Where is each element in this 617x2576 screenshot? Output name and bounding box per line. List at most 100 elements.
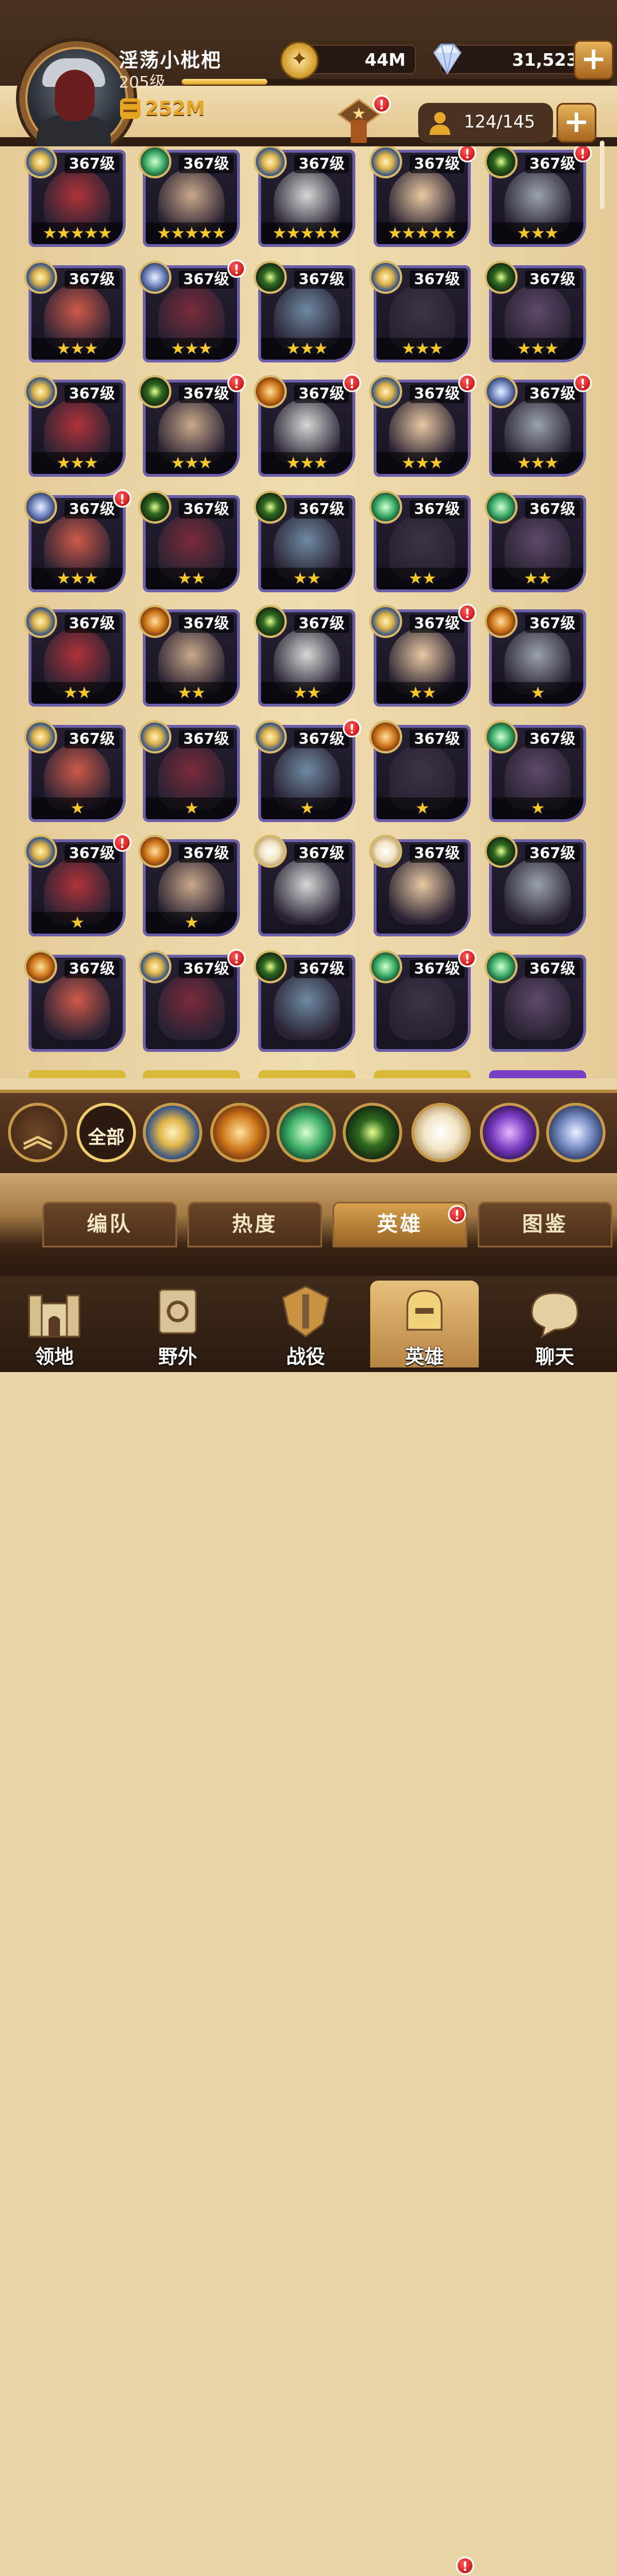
avatar-face [55,70,95,121]
hero-stars: ★★★★★ [261,222,352,244]
hero-card-partial[interactable] [489,1070,586,1078]
graveborn-faction-icon [138,375,171,408]
hero-level: 367级 [178,730,234,748]
mauler-faction-icon [138,835,171,868]
hero-level: 367级 [64,155,119,173]
tab-codex[interactable]: 图鉴 [478,1202,612,1247]
hero-card[interactable]: 367级 ★★★★★! [369,146,476,247]
lightbearer-faction-icon [24,261,57,294]
gold-counter[interactable]: 44M [280,41,416,80]
buy-gems-button[interactable]: + [574,40,614,80]
hero-stars: ★ [492,682,583,704]
roster-count: 124/145 [464,112,535,132]
tab-heroes[interactable]: 英雄 [332,1202,467,1247]
expand-roster-button[interactable]: + [556,103,596,143]
hero-stars: ★★ [376,682,468,704]
hero-card[interactable]: 367级 ★ [138,720,240,822]
hero-card[interactable]: 367级 ★★★ [369,261,471,362]
hero-card[interactable]: 367级 ★! [254,719,361,822]
xp-bar [182,79,611,85]
filter-dimensional-icon[interactable] [546,1103,606,1162]
hero-level: 367级 [294,270,349,289]
wilder-faction-icon [484,950,518,983]
hero-card[interactable]: 367级 ★ [24,720,126,822]
hero-card[interactable]: 367级 ★★★★★ [138,146,240,247]
hero-card[interactable]: 367级 ★★★ [484,261,586,362]
filter-wilder-icon[interactable] [277,1103,336,1162]
filter-graveborn-icon[interactable] [343,1103,402,1162]
mauler-faction-icon [138,605,171,638]
hero-card[interactable]: 367级 ★★★★★ [24,146,126,247]
nav-campaign[interactable]: 战役 [251,1281,360,1369]
hero-card[interactable]: 367级 ★★★ [24,261,126,362]
hero-card[interactable]: 367级 ★★ [484,491,586,592]
filter-all-button[interactable]: 全部 [77,1103,136,1162]
hero-card[interactable]: 367级 ★★★ [24,375,126,477]
hero-card[interactable]: 367级 [369,835,471,936]
hero-card[interactable]: 367级 ★★★★★ [254,146,355,247]
hero-card[interactable]: 367级 ★ [484,720,586,822]
hero-card[interactable]: 367级 ★★ [254,605,355,707]
nav-territory[interactable]: 领地 [0,1281,109,1369]
hero-level: 367级 [409,385,464,403]
hero-card[interactable]: 367级! [369,949,476,1052]
hero-card[interactable]: 367级 ★★★! [138,260,246,362]
grid-scrollbar[interactable] [600,141,604,209]
filter-hypogean-icon[interactable] [480,1103,539,1162]
nav-heroes-label: 英雄 [405,1346,444,1369]
gem-counter[interactable]: 31,523 [433,43,596,75]
hero-card[interactable]: 367级 [484,950,586,1052]
lightbearer-faction-icon [369,146,402,178]
hero-card[interactable]: 367级 ★★ [254,491,355,592]
hero-stars: ★ [492,797,583,819]
player-avatar[interactable] [19,41,134,155]
hero-card[interactable]: 367级 [24,950,126,1052]
hero-level: 367级 [178,615,234,633]
hero-card-partial[interactable] [258,1070,355,1078]
nav-chat[interactable]: 聊天 [500,1281,609,1369]
hero-card[interactable]: 367级 ★★★! [138,374,246,477]
filter-celestial-icon[interactable] [411,1103,471,1162]
hero-card[interactable]: 367级 ★★★ [254,261,355,362]
hero-card[interactable]: 367级 ★★★! [484,374,592,477]
dimensional-faction-icon [138,261,171,294]
hero-card[interactable]: 367级 ★★★! [369,374,476,477]
hero-card[interactable]: 367级 ★★★! [254,374,361,477]
nav-heroes[interactable]: 英雄 [370,1281,479,1369]
hero-card[interactable]: 367级 ★★ [138,605,240,707]
hero-level: 367级 [64,844,119,863]
hero-card[interactable]: 367级 ★★★! [484,146,592,247]
hero-card-partial[interactable] [143,1070,240,1078]
hero-stars: ★ [376,797,468,819]
lightbearer-faction-icon [24,146,57,178]
hero-card[interactable]: 367级 ★ [369,720,471,822]
hero-level: 367级 [409,500,464,519]
tab-formation[interactable]: 编队 [42,1202,177,1247]
hero-card[interactable]: 367级 [254,950,355,1052]
mauler-faction-icon [254,375,287,408]
collapse-up-button[interactable] [8,1103,67,1162]
hero-portrait [44,974,110,1040]
hero-card[interactable]: 367级 ★★! [369,604,476,707]
filter-mauler-icon[interactable] [210,1103,270,1162]
hero-card[interactable]: 367级 ★ [138,835,240,936]
hero-stars: ★★★ [146,452,237,474]
filter-lightbearer-icon[interactable] [143,1103,202,1162]
hero-card[interactable]: 367级 ★★ [24,605,126,707]
hero-card[interactable]: 367级 ★★ [138,491,240,592]
hero-card[interactable]: 367级! [138,949,246,1052]
hero-card[interactable]: 367级 ★! [24,834,131,936]
hero-stars: ★★★ [492,452,583,474]
hero-card-partial[interactable] [374,1070,471,1078]
hero-card[interactable]: 367级 ★ [484,605,586,707]
tab-popularity[interactable]: 热度 [187,1202,322,1247]
hero-portrait [389,858,455,924]
hero-card-partial[interactable] [29,1070,126,1078]
hero-card[interactable]: 367级 [254,835,355,936]
nav-wilds[interactable]: 野外 [123,1281,232,1369]
hero-card[interactable]: 367级 [484,835,586,936]
hero-card[interactable]: 367级 ★★ [369,491,471,592]
fist-icon [120,98,141,119]
hero-card[interactable]: 367级 ★★★! [24,489,131,592]
roster-capacity[interactable]: 124/145 [418,103,553,143]
